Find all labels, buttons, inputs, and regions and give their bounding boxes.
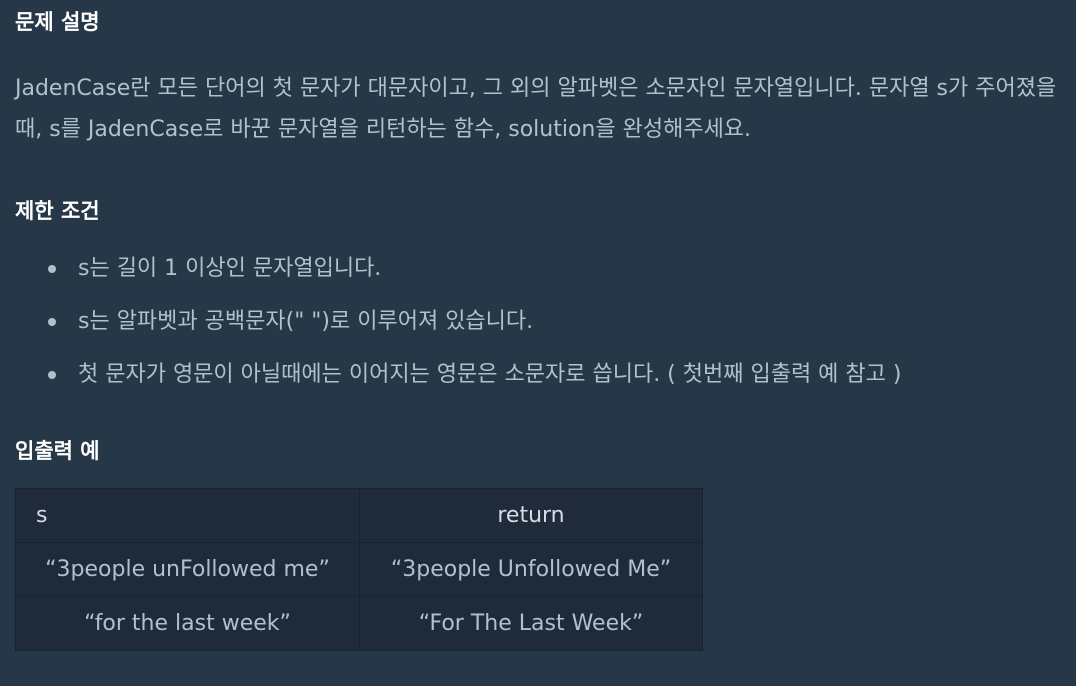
limit-item: s는 알파벳과 공백문자(" ")로 이루어져 있습니다. <box>15 300 901 353</box>
table-cell-output: “For The Last Week” <box>359 596 703 651</box>
bullet-icon <box>48 318 56 326</box>
table-header-s: s <box>15 488 360 543</box>
table-cell-input: “for the last week” <box>15 596 360 651</box>
table-row: “for the last week” “For The Last Week” <box>15 596 703 651</box>
limits-heading: 제한 조건 <box>15 199 100 223</box>
bullet-icon <box>48 265 56 273</box>
limit-item: s는 길이 1 이상인 문자열입니다. <box>15 247 901 300</box>
table-cell-output: “3people Unfollowed Me” <box>359 542 703 597</box>
table-header-return: return <box>359 488 703 543</box>
io-examples-table: s return “3people unFollowed me” “3peopl… <box>15 488 703 651</box>
io-examples-heading: 입출력 예 <box>15 439 100 463</box>
limit-text: s는 알파벳과 공백문자(" ")로 이루어져 있습니다. <box>78 309 534 334</box>
table-cell-input: “3people unFollowed me” <box>15 542 360 597</box>
description-text: JadenCase란 모든 단어의 첫 문자가 대문자이고, 그 외의 알파벳은… <box>15 76 1057 142</box>
limit-text: 첫 문자가 영문이 아닐때에는 이어지는 영문은 소문자로 씁니다. ( 첫번째… <box>78 362 902 387</box>
bullet-icon <box>48 371 56 379</box>
description-heading: 문제 설명 <box>15 10 100 34</box>
limit-item: 첫 문자가 영문이 아닐때에는 이어지는 영문은 소문자로 씁니다. ( 첫번째… <box>15 353 901 406</box>
limits-list: s는 길이 1 이상인 문자열입니다. s는 알파벳과 공백문자(" ")로 이… <box>15 247 901 406</box>
table-row: “3people unFollowed me” “3people Unfollo… <box>15 542 703 597</box>
limit-text: s는 길이 1 이상인 문자열입니다. <box>78 256 382 281</box>
table-header-row: s return <box>15 488 703 543</box>
